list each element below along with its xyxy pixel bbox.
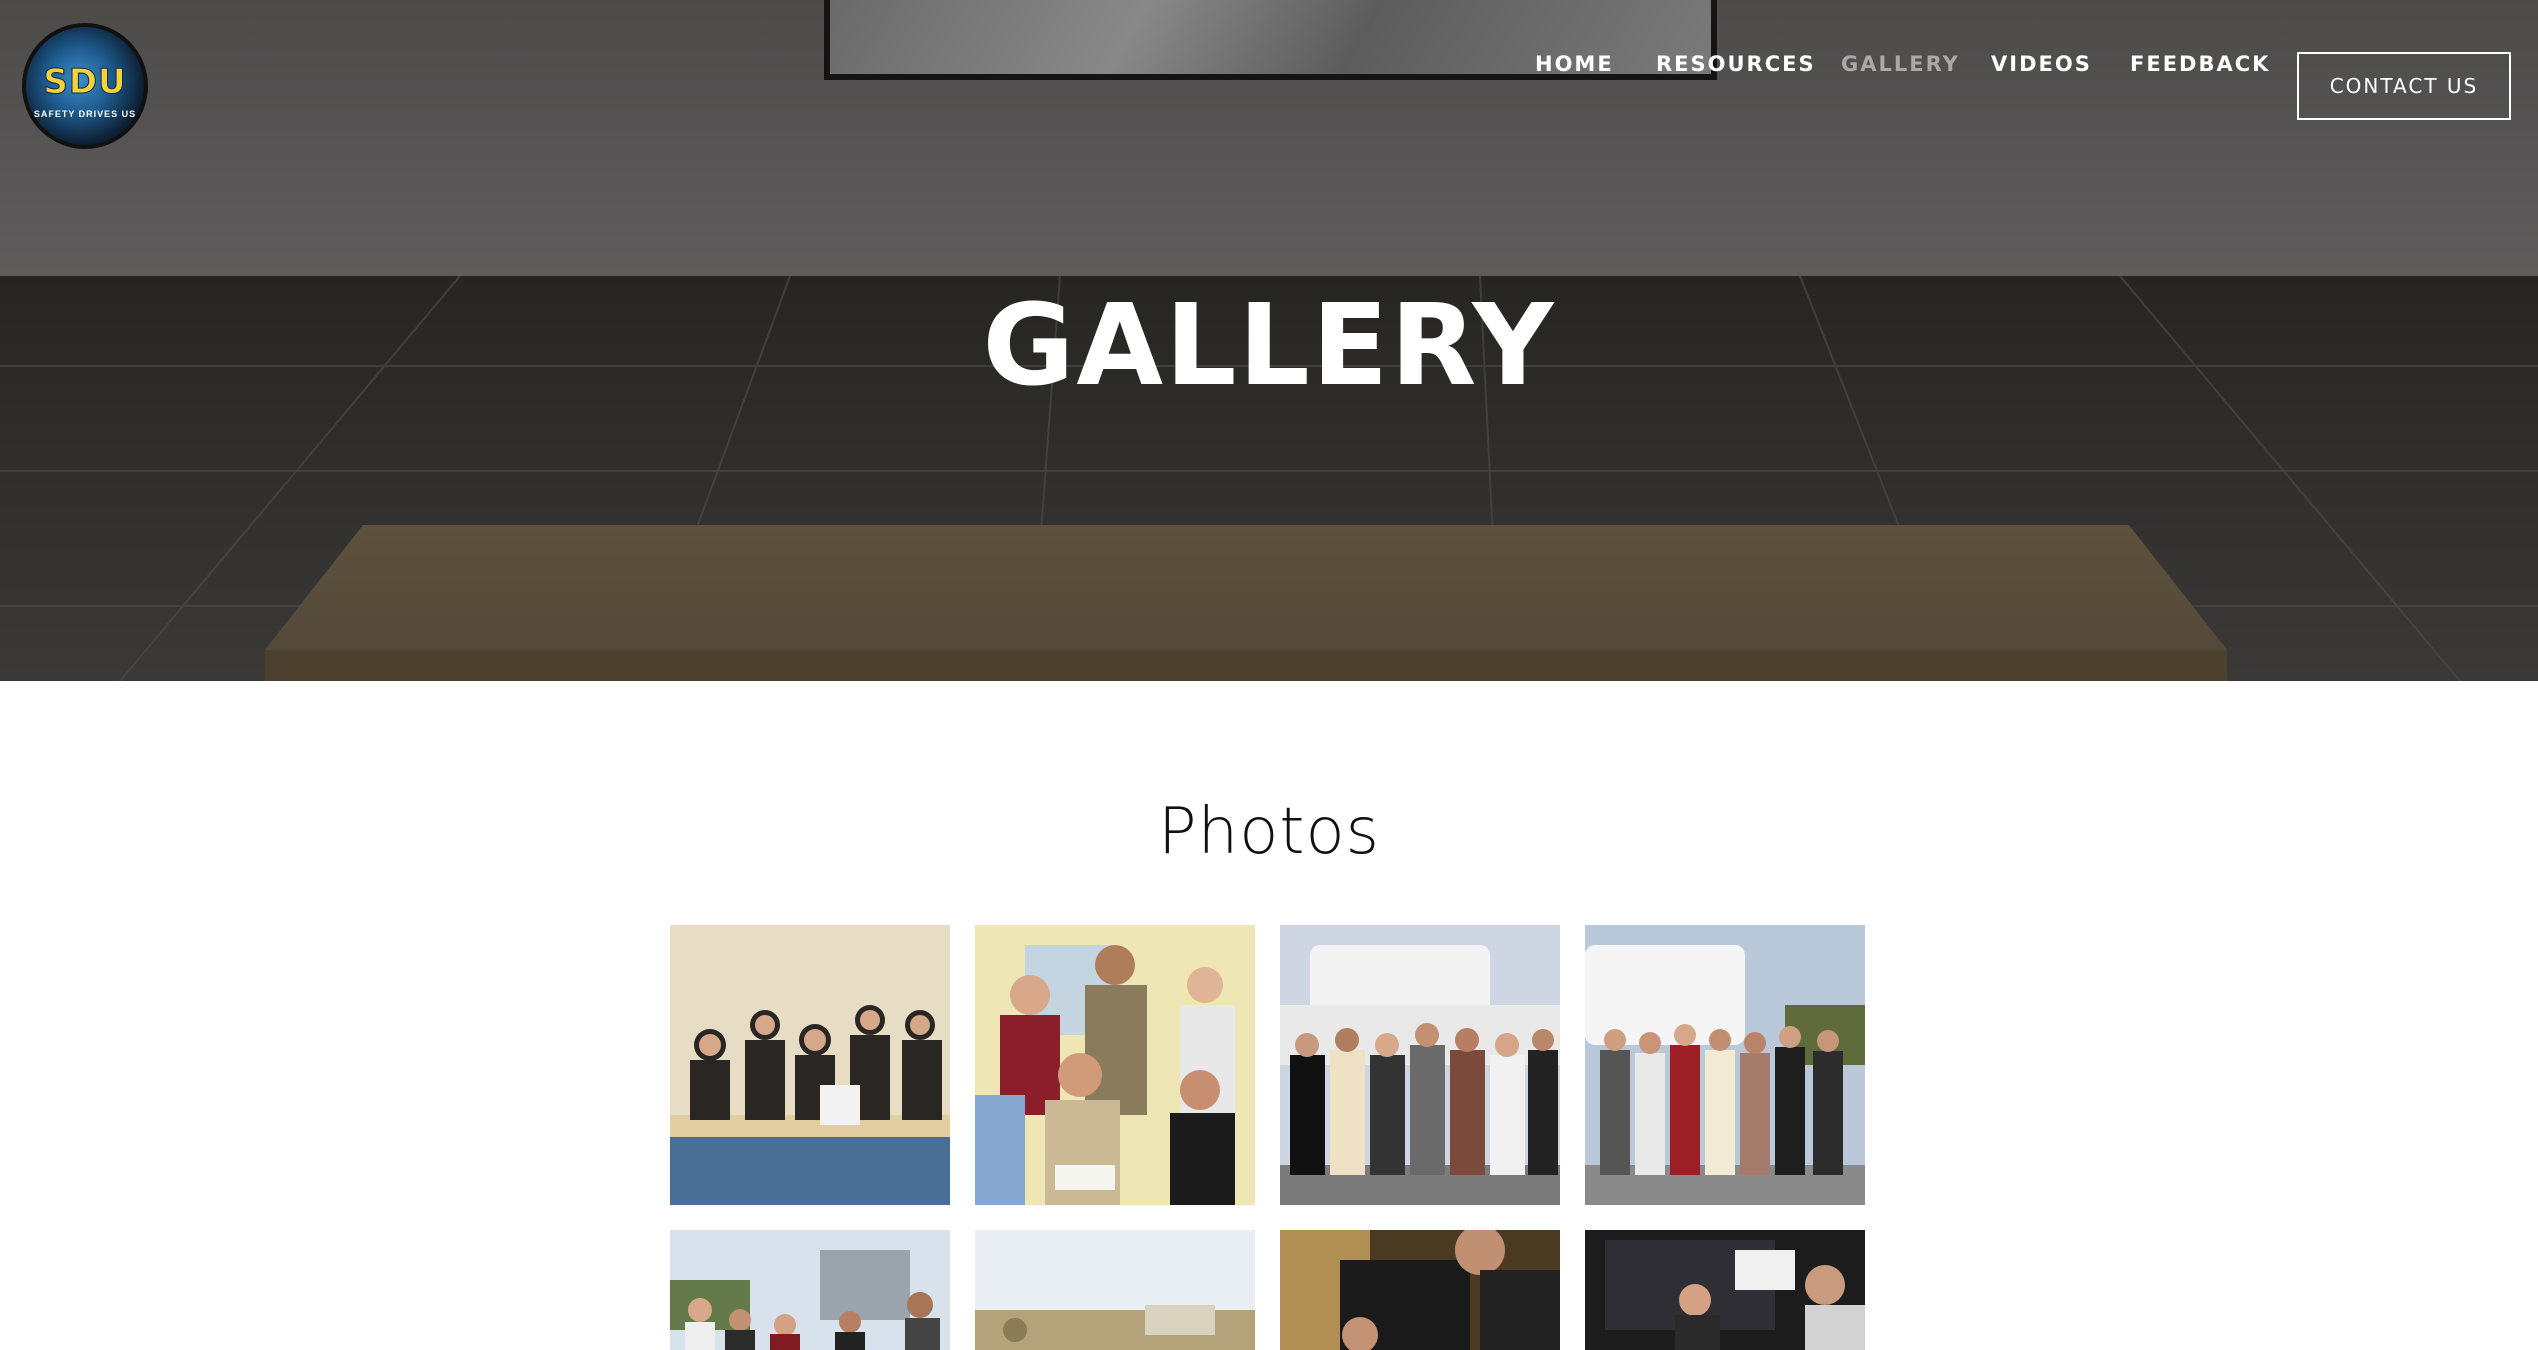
contact-us-button[interactable]: CONTACT US — [2297, 52, 2511, 120]
logo-tagline: SAFETY DRIVES US — [33, 109, 137, 119]
nav-gallery[interactable]: GALLERY — [1841, 52, 1960, 76]
site-logo[interactable]: SDU SAFETY DRIVES US — [22, 23, 148, 149]
page-title: GALLERY — [982, 281, 1556, 411]
logo-text: SDU — [43, 62, 127, 103]
gallery-photo-1[interactable] — [670, 925, 950, 1205]
hero-bench-edge — [265, 650, 2227, 681]
gallery-photo-3[interactable] — [1280, 925, 1560, 1205]
gallery-photo-7[interactable] — [1280, 1230, 1560, 1350]
hero-banner: SDU SAFETY DRIVES US HOME RESOURCES GALL… — [0, 0, 2538, 681]
nav-home[interactable]: HOME — [1535, 52, 1614, 76]
gallery-photo-6[interactable] — [975, 1230, 1255, 1350]
gallery-photo-4[interactable] — [1585, 925, 1865, 1205]
gallery-photo-5[interactable] — [670, 1230, 950, 1350]
gallery-photo-2[interactable] — [975, 925, 1255, 1205]
nav-videos[interactable]: VIDEOS — [1991, 52, 2092, 76]
nav-resources[interactable]: RESOURCES — [1656, 52, 1816, 76]
nav-feedback[interactable]: FEEDBACK — [2130, 52, 2270, 76]
gallery-section-title: Photos — [1158, 795, 1380, 869]
gallery-photo-8[interactable] — [1585, 1230, 1865, 1350]
